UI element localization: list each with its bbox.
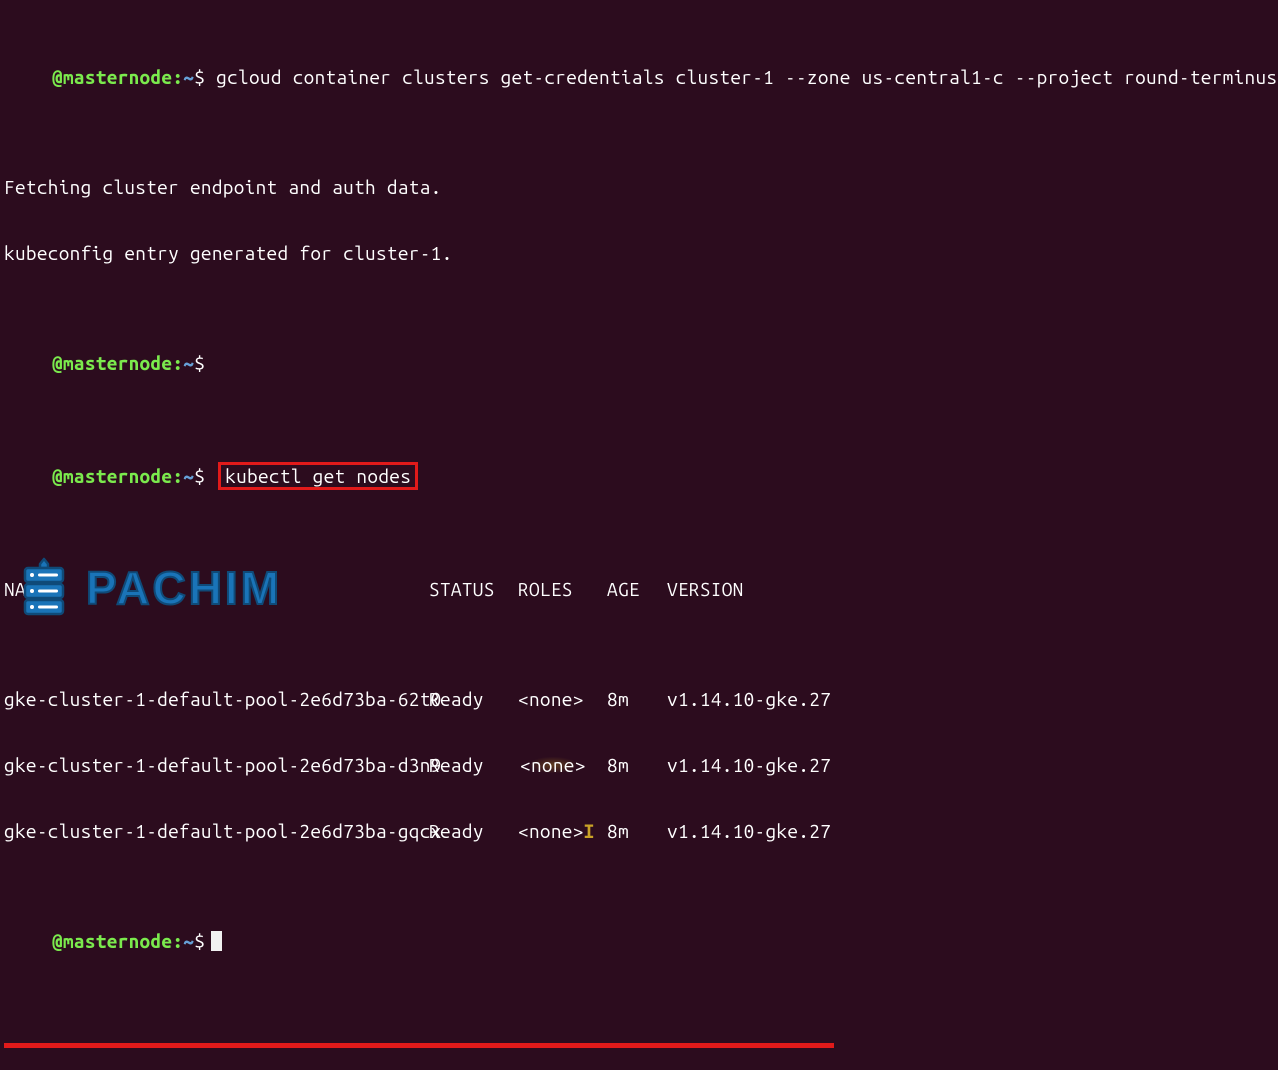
cursor-block-icon (211, 931, 222, 951)
terminal[interactable]: @masternode:~$ gcloud container clusters… (0, 0, 1278, 1070)
output-line-1: Fetching cluster endpoint and auth data. (4, 176, 1274, 198)
table-row: gke-cluster-1-default-pool-2e6d73ba-62t0… (4, 688, 1274, 710)
prompt-host: @masternode (52, 66, 172, 88)
prompt-dollar: $ (194, 66, 205, 88)
red-underline (4, 1043, 834, 1048)
th-roles: ROLES (518, 578, 607, 600)
th-age: AGE (607, 578, 667, 600)
pachim-logo-icon (12, 556, 76, 620)
prompt-line-empty: @masternode:~$ (4, 352, 1274, 374)
th-status: STATUS (429, 578, 518, 600)
prompt-path: ~ (183, 66, 194, 88)
prompt-sep: : (172, 66, 183, 88)
kubectl-highlight-box: kubectl get nodes (218, 462, 418, 490)
text-cursor-icon: I (584, 820, 595, 842)
output-line-2: kubeconfig entry generated for cluster-1… (4, 242, 1274, 264)
table-row: gke-cluster-1-default-pool-2e6d73ba-gqcx… (4, 820, 1274, 842)
prompt-line-gcloud: @masternode:~$ gcloud container clusters… (4, 66, 1274, 88)
pachim-logo-text: PACHIM (86, 577, 282, 599)
th-version: VERSION (667, 578, 744, 600)
prompt-line-cursor[interactable]: @masternode:~$ (4, 930, 1274, 952)
roles-highlight: <none> (518, 753, 588, 777)
prompt-line-kubectl: @masternode:~$ kubectl get nodes (4, 462, 1274, 490)
pachim-logo: PACHIM (12, 556, 282, 620)
kubectl-command: kubectl get nodes (225, 465, 411, 487)
gcloud-command: gcloud container clusters get-credential… (216, 66, 1278, 88)
table-row: gke-cluster-1-default-pool-2e6d73ba-d3n9… (4, 754, 1274, 776)
